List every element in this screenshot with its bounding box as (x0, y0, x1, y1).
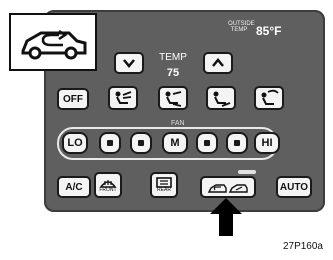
mode-foot-defrost-button[interactable] (254, 86, 284, 110)
figure-code: 27P160a (282, 241, 323, 252)
air-inlet-button[interactable] (200, 176, 256, 198)
outside-temp-label: OUTSIDE TEMP (228, 21, 255, 33)
rear-defrost-content: REAR (155, 177, 173, 193)
fan-speed-5-indicator (204, 140, 210, 146)
mode-bilevel-button[interactable] (158, 86, 188, 110)
fan-speed-3-button[interactable] (130, 132, 152, 154)
front-defrost-content: FRONT (99, 177, 117, 193)
recirculation-icon (207, 184, 248, 193)
fan-speed-6-indicator (234, 140, 240, 146)
off-button[interactable]: OFF (57, 88, 89, 110)
mode-face-button[interactable] (108, 86, 138, 110)
temp-value: 75 (166, 67, 180, 79)
fan-m-button[interactable]: M (162, 132, 188, 154)
inset-icon-box (9, 13, 97, 71)
fan-speed-6-button[interactable] (226, 132, 248, 154)
mode-foot-button[interactable] (206, 86, 236, 110)
foot-defrost-icon (261, 89, 279, 105)
fan-speed-2-button[interactable] (99, 132, 121, 154)
temp-up-button[interactable] (203, 52, 233, 74)
recirculation-indicator-light (238, 170, 256, 174)
fan-speed-2-indicator (107, 140, 113, 146)
auto-button[interactable]: AUTO (276, 176, 312, 198)
front-defrost-label: FRONT (99, 187, 117, 193)
rear-defrost-button[interactable]: REAR (150, 172, 178, 198)
ac-button[interactable]: A/C (57, 176, 91, 198)
fan-speed-3-indicator (138, 140, 144, 146)
fan-speed-5-button[interactable] (196, 132, 218, 154)
temp-label: TEMP (159, 52, 187, 63)
outside-temp-value: 85°F (256, 24, 282, 38)
fan-hi-button[interactable]: HI (254, 132, 280, 154)
air-inlet-recirculation-icon (21, 29, 87, 60)
chevron-up-icon (212, 58, 224, 67)
fan-lo-button[interactable]: LO (62, 132, 88, 154)
face-vent-icon (115, 91, 132, 104)
pointer-arrow-icon (210, 198, 242, 236)
bi-level-vent-icon (165, 91, 182, 107)
rear-defrost-label: REAR (157, 187, 171, 193)
front-defrost-button[interactable]: FRONT (94, 172, 122, 198)
fan-label: FAN (171, 120, 185, 127)
temp-down-button[interactable] (114, 52, 144, 74)
chevron-down-icon (123, 59, 135, 68)
foot-vent-icon (213, 91, 231, 107)
